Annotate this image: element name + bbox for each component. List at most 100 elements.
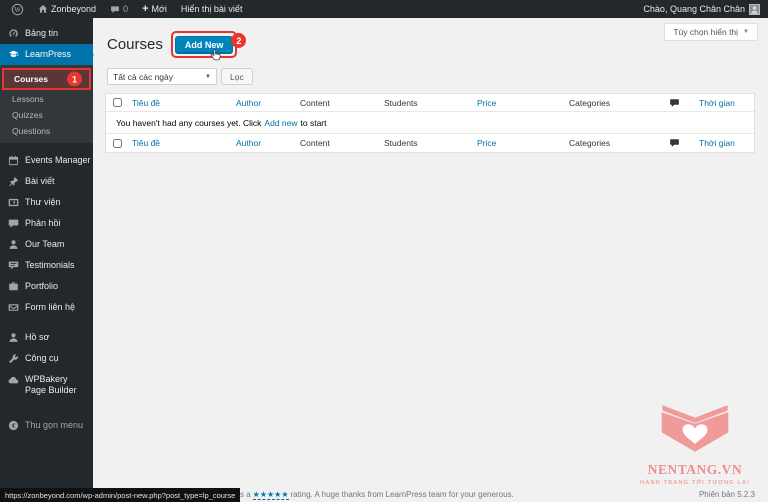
person-icon <box>8 239 19 250</box>
svg-text:W: W <box>14 6 21 14</box>
column-students: Students <box>384 97 418 108</box>
watermark-subtitle: HÀNH TRANG TỚI TƯƠNG LAI <box>640 480 750 486</box>
plus-icon: + <box>142 2 149 15</box>
comments-menu[interactable]: 0 <box>105 0 133 18</box>
wrench-icon <box>8 353 19 364</box>
site-menu[interactable]: Zonbeyond <box>33 0 101 18</box>
chevron-down-icon: ▼ <box>743 29 749 35</box>
sidebar-item-comments[interactable]: Phản hồi <box>0 213 93 234</box>
column-title-bottom[interactable]: Tiêu đề <box>128 136 232 150</box>
new-content-menu[interactable]: + Mới <box>137 0 172 18</box>
collapse-menu-button[interactable]: Thu gọn menu <box>0 415 93 436</box>
comment-bubble-icon <box>110 5 120 14</box>
admin-sidebar: Bảng tin LearnPress Courses 1 Lessons Qu… <box>0 18 94 502</box>
courses-table: Tiêu đề Author Content Students Price Ca… <box>105 93 755 153</box>
comment-icon <box>8 218 19 229</box>
avatar[interactable] <box>749 3 760 15</box>
sidebar-item-learnpress[interactable]: LearnPress <box>0 44 94 65</box>
sidebar-item-dashboard[interactable]: Bảng tin <box>0 23 93 44</box>
user-greeting[interactable]: Chào, Quang Chân Chân <box>643 4 745 14</box>
sidebar-label-wpbakery: WPBakery Page Builder <box>25 374 77 395</box>
sidebar-item-quizzes[interactable]: Quizzes <box>0 107 93 123</box>
active-menu-arrow <box>88 49 99 60</box>
sidebar-item-events-manager[interactable]: Events Manager <box>0 150 93 171</box>
mouse-cursor-icon <box>210 48 221 61</box>
testimonial-icon <box>8 260 19 271</box>
envelope-icon <box>8 302 19 313</box>
column-time-bottom[interactable]: Thời gian <box>695 136 754 150</box>
date-filter-value: Tất cả các ngày <box>113 71 174 82</box>
column-categories: Categories <box>569 97 611 108</box>
graduation-cap-icon <box>8 49 19 60</box>
sidebar-item-portfolio[interactable]: Portfolio <box>0 276 93 297</box>
date-filter-select[interactable]: Tất cả các ngày ▼ <box>107 68 217 85</box>
column-content-bottom: Content <box>300 138 330 148</box>
main-content: Tùy chọn hiển thị ▼ Courses Add New 2 Tấ… <box>93 18 768 502</box>
sidebar-item-contact-form[interactable]: Form liên hệ <box>0 297 93 318</box>
sidebar-label-contact-form: Form liên hệ <box>25 302 76 313</box>
sidebar-item-posts[interactable]: Bài viết <box>0 171 93 192</box>
empty-add-new-link[interactable]: Add new <box>264 118 297 128</box>
sidebar-item-questions[interactable]: Questions <box>0 123 93 139</box>
empty-message-suffix: to start <box>300 117 327 128</box>
sidebar-label-learnpress: LearnPress <box>25 49 72 60</box>
briefcase-icon <box>8 281 19 292</box>
pushpin-icon <box>8 176 19 187</box>
sidebar-item-profile[interactable]: Hồ sơ <box>0 327 93 348</box>
sidebar-label-events: Events Manager <box>25 155 91 166</box>
page-title: Courses <box>107 36 163 53</box>
add-new-button[interactable]: Add New <box>174 36 234 54</box>
column-author[interactable]: Author <box>232 96 296 110</box>
home-icon <box>38 4 48 14</box>
column-time[interactable]: Thời gian <box>695 96 754 110</box>
view-posts-menu[interactable]: Hiển thị bài viết <box>176 0 248 18</box>
wordpress-logo-menu[interactable]: W <box>6 0 29 18</box>
sidebar-item-our-team[interactable]: Our Team <box>0 234 93 255</box>
empty-message-prefix: You haven't had any courses yet. Click <box>116 117 262 128</box>
dashboard-icon <box>8 28 19 39</box>
filter-button[interactable]: Lọc <box>221 68 253 85</box>
column-comments-icon-bottom <box>653 136 695 150</box>
select-all-checkbox-bottom[interactable] <box>112 138 122 148</box>
calendar-icon <box>8 155 19 166</box>
sidebar-item-lessons[interactable]: Lessons <box>0 91 93 107</box>
sidebar-label-our-team: Our Team <box>25 239 65 250</box>
watermark-title: NENTANG.VN <box>647 462 743 477</box>
empty-state-row: You haven't had any courses yet. Click Ad… <box>106 112 754 134</box>
screen-options-button[interactable]: Tùy chọn hiển thị ▼ <box>664 23 758 41</box>
new-label: Mới <box>151 4 167 14</box>
sidebar-item-media[interactable]: Thư viện <box>0 192 93 213</box>
sidebar-label-courses: Courses <box>14 74 49 84</box>
learnpress-submenu: Courses 1 Lessons Quizzes Questions <box>0 65 93 143</box>
version-text: Phiên bản 5.2.3 <box>698 490 755 499</box>
sidebar-label-posts: Bài viết <box>25 176 55 187</box>
column-price-bottom[interactable]: Price <box>473 136 565 150</box>
column-price[interactable]: Price <box>473 96 565 110</box>
sidebar-label-profile: Hồ sơ <box>25 332 50 343</box>
select-caret-icon: ▼ <box>205 73 211 80</box>
select-all-checkbox[interactable] <box>112 98 122 107</box>
sidebar-label-testimonials: Testimonials <box>25 260 75 271</box>
column-categories-bottom: Categories <box>569 138 611 148</box>
wordpress-logo-icon: W <box>11 3 24 15</box>
comment-count: 0 <box>123 4 129 14</box>
sidebar-label-tools: Công cụ <box>25 353 59 364</box>
sidebar-item-testimonials[interactable]: Testimonials <box>0 255 93 276</box>
sidebar-item-wpbakery[interactable]: WPBakery Page Builder <box>0 369 93 401</box>
sidebar-label-dashboard: Bảng tin <box>25 28 59 39</box>
five-stars-link[interactable]: ★★★★★ <box>252 490 289 500</box>
column-author-bottom[interactable]: Author <box>232 136 296 150</box>
sidebar-label-comments: Phản hồi <box>25 218 61 229</box>
table-header-row: Tiêu đề Author Content Students Price Ca… <box>106 94 754 112</box>
wpbakery-icon <box>8 375 19 386</box>
column-title[interactable]: Tiêu đề <box>128 96 232 110</box>
annotation-step-1-badge: 1 <box>67 71 82 87</box>
sidebar-item-courses[interactable]: Courses 1 <box>2 68 91 90</box>
annotation-step-2-box: Add New 2 <box>170 31 247 61</box>
column-comments-icon <box>653 96 695 110</box>
sidebar-item-tools[interactable]: Công cụ <box>0 348 93 369</box>
sidebar-label-media: Thư viện <box>25 197 61 208</box>
rating-suffix: rating. A huge thanks from LearnPress te… <box>290 490 514 499</box>
annotation-step-2-badge: 2 <box>231 33 247 48</box>
collapse-menu-label: Thu gọn menu <box>25 419 84 430</box>
